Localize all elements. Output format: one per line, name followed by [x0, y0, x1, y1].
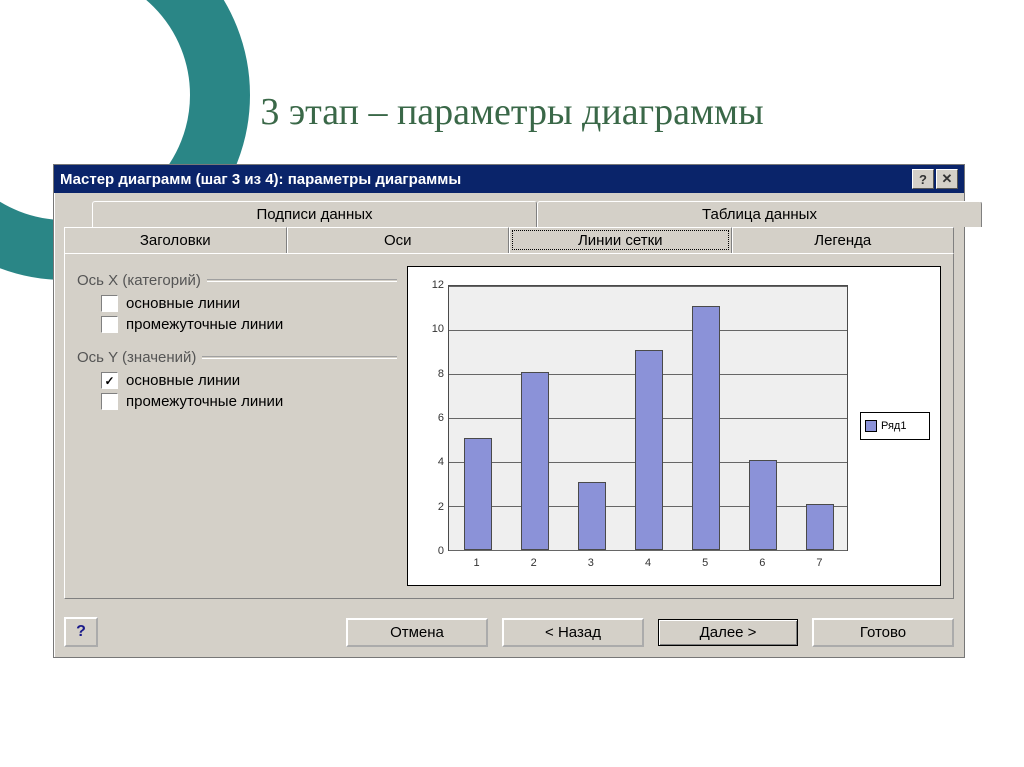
- chart-bar: [806, 504, 834, 550]
- checkbox-icon: [101, 372, 118, 389]
- help-titlebar-button[interactable]: ?: [912, 169, 934, 189]
- cancel-button[interactable]: Отмена: [346, 618, 488, 647]
- gridlines-options: Ось X (категорий) основные линии промежу…: [77, 266, 407, 586]
- checkbox-icon: [101, 393, 118, 410]
- y-minor-gridlines-row[interactable]: промежуточные линии: [101, 393, 397, 410]
- x-tick-label: 5: [702, 557, 708, 569]
- tab-titles[interactable]: Заголовки: [64, 227, 287, 253]
- y-axis-group-header: Ось Y (значений): [77, 349, 397, 366]
- chart-bar: [521, 372, 549, 550]
- x-tick-label: 2: [531, 557, 537, 569]
- x-tick-label: 7: [816, 557, 822, 569]
- y-tick-label: 8: [424, 368, 444, 380]
- close-titlebar-button[interactable]: ✕: [936, 169, 958, 189]
- chart-preview: 0246810121234567 Ряд1: [407, 266, 941, 586]
- help-icon: ?: [76, 623, 86, 641]
- window-title: Мастер диаграмм (шаг 3 из 4): параметры …: [60, 171, 912, 188]
- y-tick-label: 10: [424, 323, 444, 335]
- tab-legend[interactable]: Легенда: [732, 227, 955, 253]
- tab-panel: Ось X (категорий) основные линии промежу…: [64, 253, 954, 599]
- y-tick-label: 12: [424, 279, 444, 291]
- y-tick-label: 0: [424, 545, 444, 557]
- dialog-button-row: ? Отмена < Назад Далее > Готово: [54, 609, 964, 657]
- finish-button[interactable]: Готово: [812, 618, 954, 647]
- y-minor-label: промежуточные линии: [126, 393, 283, 410]
- chart-legend: Ряд1: [860, 412, 930, 440]
- chart-plot-area: 0246810121234567: [448, 285, 848, 551]
- legend-label: Ряд1: [881, 420, 906, 432]
- x-axis-group-label: Ось X (категорий): [77, 272, 201, 289]
- x-minor-gridlines-row[interactable]: промежуточные линии: [101, 316, 397, 333]
- back-button[interactable]: < Назад: [502, 618, 644, 647]
- chart-bar: [635, 350, 663, 550]
- y-major-label: основные линии: [126, 372, 240, 389]
- tab-data-labels[interactable]: Подписи данных: [92, 201, 537, 227]
- x-minor-label: промежуточные линии: [126, 316, 283, 333]
- checkbox-icon: [101, 316, 118, 333]
- wizard-dialog: Мастер диаграмм (шаг 3 из 4): параметры …: [53, 164, 965, 658]
- chart-bar: [692, 306, 720, 550]
- slide-title: 3 этап – параметры диаграммы: [0, 90, 1024, 134]
- x-major-label: основные линии: [126, 295, 240, 312]
- x-major-gridlines-row[interactable]: основные линии: [101, 295, 397, 312]
- y-major-gridlines-row[interactable]: основные линии: [101, 372, 397, 389]
- tabstrip: Подписи данных Таблица данных Заголовки …: [54, 193, 964, 253]
- help-button[interactable]: ?: [64, 617, 98, 647]
- y-tick-label: 4: [424, 456, 444, 468]
- legend-swatch-icon: [865, 420, 877, 432]
- chart-bar: [578, 482, 606, 550]
- tab-data-table[interactable]: Таблица данных: [537, 201, 982, 227]
- tab-gridlines[interactable]: Линии сетки: [509, 227, 732, 253]
- tab-axes[interactable]: Оси: [287, 227, 510, 253]
- x-tick-label: 6: [759, 557, 765, 569]
- x-axis-group-header: Ось X (категорий): [77, 272, 397, 289]
- x-tick-label: 1: [474, 557, 480, 569]
- x-tick-label: 3: [588, 557, 594, 569]
- y-axis-group-label: Ось Y (значений): [77, 349, 196, 366]
- chart-bar: [464, 438, 492, 550]
- checkbox-icon: [101, 295, 118, 312]
- x-tick-label: 4: [645, 557, 651, 569]
- y-tick-label: 2: [424, 501, 444, 513]
- titlebar: Мастер диаграмм (шаг 3 из 4): параметры …: [54, 165, 964, 193]
- next-button[interactable]: Далее >: [658, 619, 798, 646]
- chart-bar: [749, 460, 777, 550]
- y-tick-label: 6: [424, 412, 444, 424]
